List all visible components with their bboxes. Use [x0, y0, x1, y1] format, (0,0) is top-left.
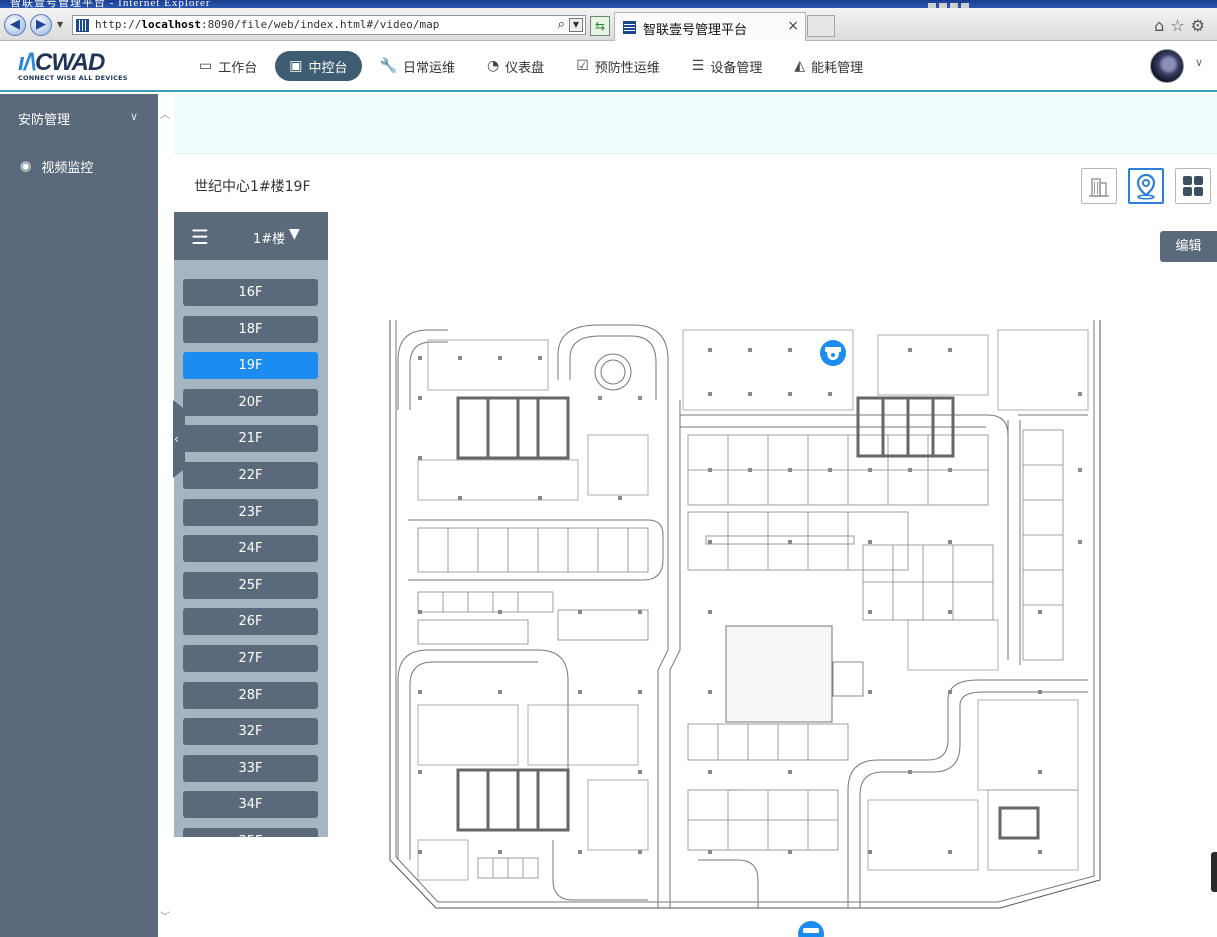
home-icon[interactable]: ⌂	[1154, 16, 1170, 35]
building-view-button[interactable]	[1081, 168, 1117, 204]
browser-tab[interactable]: 智联壹号管理平台 ×	[614, 12, 806, 41]
dashboard-icon: ◔	[486, 58, 500, 74]
scroll-down-icon[interactable]: ﹀	[160, 908, 170, 923]
nav-item-label: 工作台	[218, 60, 258, 76]
app-header: ı/\CWAD CONNECT WISE ALL DEVICES ▭ 工作台 ▣ 中控…	[0, 42, 1217, 92]
caret-down-icon[interactable]: ▼	[289, 226, 300, 242]
floor-button[interactable]: 26F	[183, 608, 318, 636]
floor-button[interactable]: 21F	[183, 425, 318, 453]
content-scrollbar[interactable]: ︿ ﹀	[158, 94, 174, 937]
edit-button[interactable]: 编辑	[1160, 231, 1217, 262]
sidebar-item-video-surveillance[interactable]: ◉ 视频监控	[0, 142, 158, 190]
tab-favicon-icon	[623, 21, 636, 34]
top-banner	[174, 94, 1217, 154]
laptop-icon: ▭	[199, 58, 213, 74]
chevron-down-icon: ∨	[129, 110, 138, 123]
camera-icon: ◉	[20, 158, 32, 174]
window-title: 智联壹号管理平台 - Internet Explorer	[10, 0, 211, 8]
page-title: 世纪中心1#楼19F	[194, 179, 311, 195]
floor-button[interactable]: 18F	[183, 315, 318, 343]
floor-button[interactable]: 22F	[183, 462, 318, 489]
new-tab-button[interactable]	[807, 15, 835, 37]
map-pin-icon	[1136, 173, 1156, 200]
server-icon: ☰	[691, 58, 705, 74]
nav-item-label: 日常运维	[402, 60, 455, 76]
sidebar-group-security[interactable]: 安防管理 ∨	[0, 94, 158, 142]
floor-button[interactable]: 27F	[183, 645, 318, 672]
floor-button[interactable]: 32F	[183, 718, 318, 746]
floor-button[interactable]: 20F	[183, 388, 318, 416]
sidebar-group-label: 安防管理	[18, 112, 71, 128]
floor-button[interactable]: 33F	[183, 754, 318, 782]
page-scroll-handle[interactable]	[1211, 852, 1217, 892]
search-icon[interactable]: ⌕	[558, 17, 565, 32]
nav-item-4[interactable]: ☑ 预防性运维	[562, 51, 674, 81]
grid-view-button[interactable]	[1175, 168, 1211, 204]
nav-item-0[interactable]: ▭ 工作台	[185, 51, 271, 81]
floor-button[interactable]: 35F	[183, 828, 318, 837]
tab-title: 智联壹号管理平台	[643, 23, 748, 38]
browser-right-icons: ⌂☆⚙	[1154, 16, 1211, 35]
forward-button[interactable]: ▶	[30, 14, 52, 36]
nav-item-label: 设备管理	[710, 60, 763, 76]
address-dropdown-icon[interactable]: ▼	[569, 18, 583, 32]
nav-item-label: 中控台	[308, 60, 348, 76]
floor-button[interactable]: 19F	[183, 352, 318, 380]
avatar[interactable]	[1150, 49, 1184, 83]
building-selector[interactable]: 1#楼	[253, 228, 285, 247]
chevron-down-icon[interactable]: ∨	[1195, 56, 1203, 69]
calendar-check-icon: ☑	[576, 58, 589, 74]
nav-item-label: 预防性运维	[594, 60, 660, 76]
tab-close-icon[interactable]: ×	[787, 18, 799, 34]
collapse-panel-handle[interactable]: ‹	[173, 400, 185, 478]
browser-title-bar: 智联壹号管理平台 - Internet Explorer	[0, 0, 1217, 8]
camera-marker-icon[interactable]	[797, 920, 825, 937]
list-icon[interactable]: ☰	[191, 225, 209, 249]
map-view-button[interactable]	[1128, 168, 1164, 204]
favorites-star-icon[interactable]: ☆	[1170, 16, 1190, 35]
floor-panel: ☰ 1#楼 ▼ 16F 18F 19F 20F 21F 22F 23F 24F 25F 26F 27…	[174, 212, 328, 837]
logo[interactable]: ı/\CWAD CONNECT WISE ALL DEVICES	[18, 51, 130, 84]
wrench-icon: 🔧	[379, 58, 397, 74]
floor-button[interactable]: 25F	[183, 571, 318, 599]
floor-list: 16F 18F 19F 20F 21F 22F 23F 24F 25F 26F 27F 28F 32F 3…	[174, 260, 328, 837]
camera-marker-icon[interactable]	[820, 340, 846, 366]
sidebar-item-label: 视频监控	[41, 160, 94, 176]
floor-button[interactable]: 24F	[183, 535, 318, 563]
area-chart-icon: ◭	[794, 58, 806, 74]
nav-item-6[interactable]: ◭ 能耗管理	[780, 51, 877, 81]
nav-item-label: 能耗管理	[811, 60, 864, 76]
monitor-icon: ▣	[289, 58, 303, 74]
tools-gear-icon[interactable]: ⚙	[1191, 16, 1211, 35]
browser-toolbar: ◀ ▶ ▼ http://localhost:8090/file/web/ind…	[0, 8, 1217, 41]
scroll-up-icon[interactable]: ︿	[160, 106, 170, 121]
address-bar[interactable]: http://localhost:8090/file/web/index.htm…	[72, 15, 586, 35]
url-text[interactable]: http://localhost:8090/file/web/index.htm…	[95, 18, 439, 31]
refresh-button[interactable]: ⇆	[590, 16, 610, 36]
floor-button[interactable]: 16F	[183, 279, 318, 306]
history-dropdown-icon[interactable]: ▼	[57, 20, 63, 29]
building-view-icon	[1089, 178, 1109, 197]
floor-button[interactable]: 23F	[183, 498, 318, 526]
floor-panel-header: ☰ 1#楼 ▼	[174, 212, 328, 260]
nav-item-3[interactable]: ◔ 仪表盘	[473, 51, 558, 81]
floor-button[interactable]: 28F	[183, 681, 318, 709]
grid-view-icon	[1183, 176, 1203, 196]
back-button[interactable]: ◀	[4, 14, 26, 36]
nav-item-1[interactable]: ▣ 中控台	[275, 51, 362, 81]
floor-button[interactable]: 34F	[183, 791, 318, 819]
sidebar: 安防管理 ∨ ◉ 视频监控	[0, 94, 158, 937]
nav-item-2[interactable]: 🔧 日常运维	[366, 51, 469, 81]
floor-plan-map[interactable]	[388, 320, 1118, 910]
nav-item-5[interactable]: ☰ 设备管理	[678, 51, 777, 81]
nav-item-label: 仪表盘	[505, 60, 545, 76]
main-nav: ▭ 工作台 ▣ 中控台 🔧 日常运维 ◔ 仪表盘 ☑ 预防性运维 ☰ 设备管理 ◭ 能耗管理	[185, 51, 881, 81]
site-favicon-icon	[76, 19, 89, 32]
